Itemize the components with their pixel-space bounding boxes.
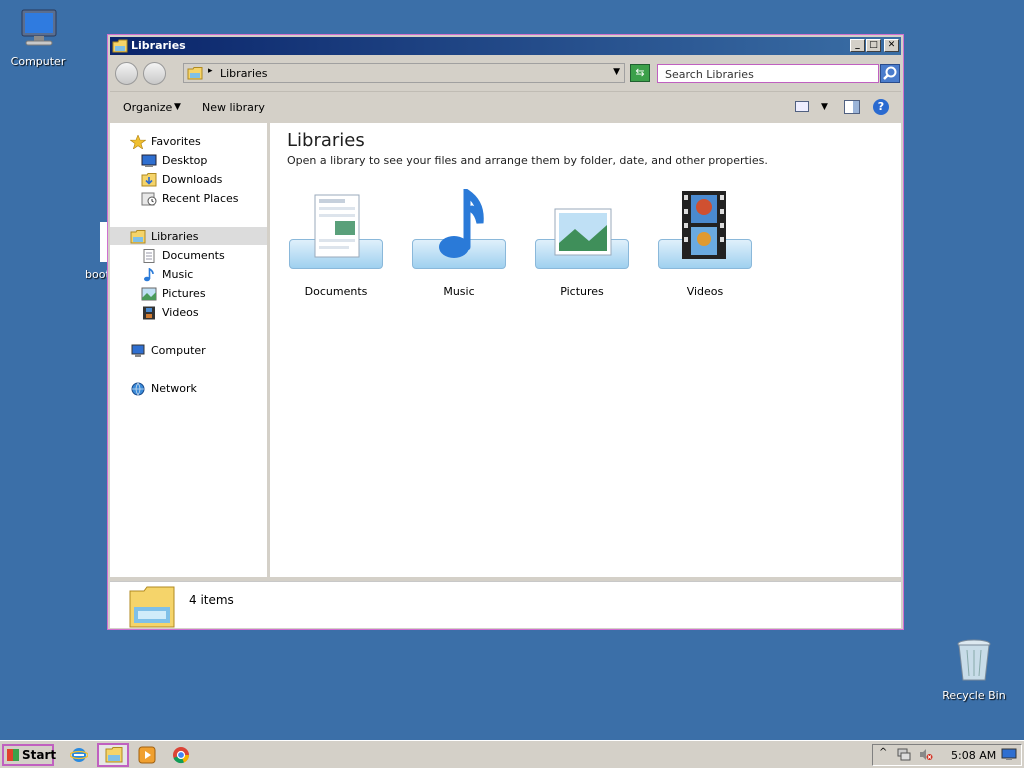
page-title: Libraries bbox=[287, 130, 365, 151]
chrome-icon[interactable] bbox=[172, 746, 190, 764]
computer-icon bbox=[21, 9, 57, 46]
explorer-window: Libraries _ □ ✕ ▸ Libraries ▼ ⇆ Search L… bbox=[107, 34, 904, 630]
search-button[interactable] bbox=[880, 64, 900, 83]
document-icon bbox=[143, 249, 155, 263]
music-library-icon bbox=[439, 189, 484, 258]
show-hidden-icons-button[interactable]: ^ bbox=[879, 747, 887, 758]
windows-logo-icon bbox=[7, 749, 19, 761]
maximize-button[interactable]: □ bbox=[866, 39, 881, 52]
nav-libraries-label: Libraries bbox=[151, 230, 199, 243]
library-name: Pictures bbox=[560, 285, 604, 298]
libraries-folder-icon bbox=[112, 39, 128, 53]
desktop-icon bbox=[141, 154, 157, 167]
chevron-down-icon[interactable]: ▼ bbox=[174, 102, 181, 112]
nav-desktop-label: Desktop bbox=[162, 154, 208, 167]
media-player-icon[interactable] bbox=[138, 746, 156, 764]
explorer-taskbar-button[interactable] bbox=[97, 743, 129, 767]
computer-icon bbox=[131, 344, 145, 357]
address-dropdown-icon[interactable]: ▼ bbox=[613, 67, 620, 77]
star-icon bbox=[130, 135, 146, 149]
libraries-folder-icon bbox=[129, 586, 175, 628]
page-description: Open a library to see your files and arr… bbox=[287, 154, 768, 167]
library-documents[interactable]: Documents bbox=[281, 189, 391, 298]
clock[interactable]: 5:08 AM bbox=[951, 749, 996, 762]
pictures-library-icon bbox=[554, 208, 612, 256]
back-button[interactable] bbox=[115, 62, 138, 85]
libraries-folder-icon bbox=[130, 230, 146, 244]
search-placeholder: Search Libraries bbox=[665, 68, 754, 81]
nav-pictures-label: Pictures bbox=[162, 287, 206, 300]
details-pane: 4 items bbox=[110, 581, 901, 628]
view-options-chevron-icon[interactable]: ▼ bbox=[821, 102, 828, 112]
nav-music-label: Music bbox=[162, 268, 194, 281]
downloads-folder-icon bbox=[141, 173, 157, 187]
music-note-icon bbox=[144, 268, 154, 282]
change-view-icon[interactable] bbox=[795, 101, 809, 112]
volume-muted-icon[interactable] bbox=[919, 748, 933, 761]
command-bar: Organize ▼ New library ▼ ? bbox=[110, 92, 901, 122]
network-tray-icon[interactable] bbox=[897, 748, 911, 761]
start-label: Start bbox=[22, 748, 57, 762]
preview-pane-icon[interactable] bbox=[844, 100, 860, 114]
libraries-folder-icon bbox=[187, 67, 203, 80]
videos-library-icon bbox=[682, 191, 726, 259]
desktop-icon-label: Recycle Bin bbox=[942, 689, 1006, 702]
refresh-button[interactable]: ⇆ bbox=[630, 64, 650, 82]
close-button[interactable]: ✕ bbox=[884, 39, 899, 52]
nav-recent-places-label: Recent Places bbox=[162, 192, 239, 205]
desktop-icon-computer[interactable]: Computer bbox=[0, 8, 78, 68]
nav-documents-label: Documents bbox=[162, 249, 225, 262]
search-input[interactable]: Search Libraries bbox=[657, 64, 879, 83]
address-bar-row: ▸ Libraries ▼ ⇆ Search Libraries bbox=[110, 57, 901, 92]
breadcrumb-arrow-icon[interactable]: ▸ bbox=[208, 66, 213, 76]
library-videos[interactable]: Videos bbox=[650, 189, 760, 298]
documents-library-icon bbox=[314, 194, 360, 258]
organize-button[interactable]: Organize bbox=[123, 101, 172, 114]
nav-network-label: Network bbox=[151, 382, 197, 395]
libraries-folder-icon bbox=[105, 747, 123, 763]
library-music[interactable]: Music bbox=[404, 189, 514, 298]
item-count: 4 items bbox=[189, 593, 234, 607]
film-strip-icon bbox=[143, 306, 155, 320]
window-title: Libraries bbox=[131, 39, 186, 52]
taskbar: Start ^ 5:08 AM bbox=[0, 740, 1024, 768]
new-library-button[interactable]: New library bbox=[202, 101, 265, 114]
forward-button[interactable] bbox=[143, 62, 166, 85]
desktop-icon-recycle-bin[interactable]: Recycle Bin bbox=[934, 636, 1014, 702]
breadcrumb-libraries[interactable]: Libraries bbox=[220, 67, 268, 80]
minimize-button[interactable]: _ bbox=[850, 39, 865, 52]
address-field[interactable]: ▸ Libraries ▼ bbox=[183, 63, 625, 83]
recycle-bin-icon bbox=[957, 639, 991, 681]
nav-computer-label: Computer bbox=[151, 344, 206, 357]
nav-favorites-label: Favorites bbox=[151, 135, 201, 148]
internet-explorer-icon[interactable] bbox=[70, 746, 88, 764]
content-pane: Libraries Open a library to see your fil… bbox=[270, 123, 901, 577]
library-name: Documents bbox=[304, 285, 368, 298]
help-icon[interactable]: ? bbox=[873, 99, 889, 115]
library-pictures[interactable]: Pictures bbox=[527, 189, 637, 298]
desktop-icon-label: Computer bbox=[10, 55, 66, 68]
network-icon bbox=[131, 382, 145, 396]
nav-downloads-label: Downloads bbox=[162, 173, 223, 186]
title-bar[interactable]: Libraries _ □ ✕ bbox=[110, 37, 901, 55]
system-tray: ^ 5:08 AM bbox=[872, 744, 1022, 766]
show-desktop-icon[interactable] bbox=[1001, 748, 1017, 761]
nav-videos-label: Videos bbox=[162, 306, 199, 319]
pictures-icon bbox=[141, 287, 157, 301]
search-icon bbox=[883, 66, 897, 80]
library-name: Videos bbox=[686, 285, 724, 298]
recent-places-icon bbox=[141, 192, 157, 206]
start-button[interactable]: Start bbox=[2, 744, 57, 766]
navigation-pane: Favorites Desktop Downloads Recent Place… bbox=[110, 123, 267, 577]
library-name: Music bbox=[443, 285, 475, 298]
